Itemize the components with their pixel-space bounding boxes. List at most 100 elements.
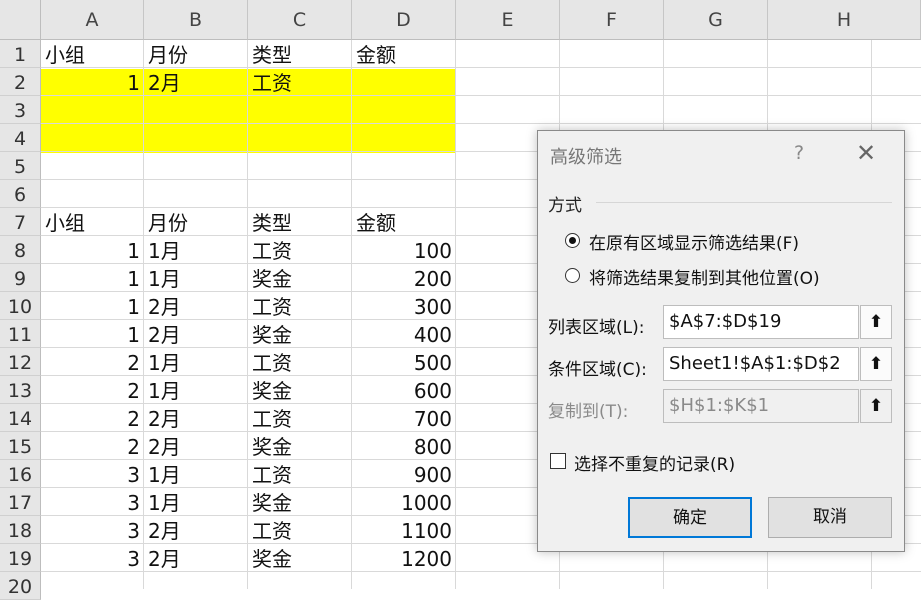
cell-amount[interactable]: 1000 [352, 488, 456, 516]
row-header-19[interactable]: 19 [0, 544, 41, 572]
column-header-e[interactable]: E [456, 0, 560, 40]
column-header-c[interactable]: C [248, 0, 352, 40]
cell-group[interactable]: 2 [41, 348, 144, 376]
row-header-10[interactable]: 10 [0, 292, 41, 320]
cell-type[interactable]: 工资 [248, 292, 352, 320]
column-header-h[interactable]: H [768, 0, 921, 40]
criteria-range-input[interactable]: Sheet1!$A$1:$D$2 [663, 347, 859, 381]
cell-a1[interactable]: 小组 [41, 40, 144, 68]
row-header-1[interactable]: 1 [0, 40, 41, 68]
cell-type[interactable]: 工资 [248, 348, 352, 376]
cell-month[interactable]: 2月 [144, 432, 248, 460]
cell-c2[interactable]: 工资 [248, 68, 352, 96]
row-header-3[interactable]: 3 [0, 96, 41, 124]
cell-b1[interactable]: 月份 [144, 40, 248, 68]
radio-filter-in-place-label[interactable]: 在原有区域显示筛选结果(F) [589, 229, 799, 254]
cell-c1[interactable]: 类型 [248, 40, 352, 68]
cell-type[interactable]: 工资 [248, 236, 352, 264]
cell-amount[interactable]: 200 [352, 264, 456, 292]
cell-month[interactable]: 2月 [144, 404, 248, 432]
cell-amount[interactable]: 400 [352, 320, 456, 348]
help-icon[interactable]: ? [794, 142, 804, 164]
cancel-button[interactable]: 取消 [768, 497, 892, 538]
row-header-2[interactable]: 2 [0, 68, 41, 96]
close-icon[interactable]: ✕ [856, 139, 876, 167]
cell-type[interactable]: 奖金 [248, 488, 352, 516]
row-header-16[interactable]: 16 [0, 460, 41, 488]
column-header-b[interactable]: B [144, 0, 248, 40]
cell-group[interactable]: 2 [41, 432, 144, 460]
cell-group[interactable]: 1 [41, 320, 144, 348]
cell-group[interactable]: 3 [41, 488, 144, 516]
cell-type[interactable]: 奖金 [248, 432, 352, 460]
cell-amount[interactable]: 700 [352, 404, 456, 432]
cell-month[interactable]: 1月 [144, 376, 248, 404]
cell-amount[interactable]: 900 [352, 460, 456, 488]
row-header-12[interactable]: 12 [0, 348, 41, 376]
row-header-15[interactable]: 15 [0, 432, 41, 460]
cell-amount[interactable]: 1200 [352, 544, 456, 572]
radio-copy-to-location[interactable] [565, 268, 580, 283]
cell-type[interactable]: 奖金 [248, 264, 352, 292]
cell-group[interactable]: 1 [41, 236, 144, 264]
cell-d1[interactable]: 金额 [352, 40, 456, 68]
row-header-20[interactable]: 20 [0, 572, 41, 600]
cell-month[interactable]: 2月 [144, 544, 248, 572]
cell-amount[interactable]: 500 [352, 348, 456, 376]
range-picker-icon[interactable]: ⬆ [860, 389, 892, 423]
unique-records-checkbox[interactable] [550, 453, 566, 469]
radio-copy-to-location-label[interactable]: 将筛选结果复制到其他位置(O) [589, 264, 820, 289]
cell-d7[interactable]: 金额 [352, 208, 456, 236]
cell-group[interactable]: 1 [41, 264, 144, 292]
cell-a2[interactable]: 1 [41, 68, 144, 96]
row-header-7[interactable]: 7 [0, 208, 41, 236]
cell-group[interactable]: 3 [41, 516, 144, 544]
cell-group[interactable]: 2 [41, 376, 144, 404]
cell-b7[interactable]: 月份 [144, 208, 248, 236]
copy-to-input[interactable]: $H$1:$K$1 [663, 389, 859, 423]
ok-button[interactable]: 确定 [628, 497, 752, 538]
row-header-9[interactable]: 9 [0, 264, 41, 292]
cell-a7[interactable]: 小组 [41, 208, 144, 236]
column-header-d[interactable]: D [352, 0, 456, 40]
cell-c7[interactable]: 类型 [248, 208, 352, 236]
column-header-g[interactable]: G [664, 0, 768, 40]
row-header-4[interactable]: 4 [0, 124, 41, 152]
row-header-11[interactable]: 11 [0, 320, 41, 348]
cell-month[interactable]: 2月 [144, 320, 248, 348]
row-header-18[interactable]: 18 [0, 516, 41, 544]
radio-filter-in-place[interactable] [565, 233, 580, 248]
column-header-f[interactable]: F [560, 0, 664, 40]
cell-month[interactable]: 1月 [144, 488, 248, 516]
cell-type[interactable]: 工资 [248, 516, 352, 544]
cell-group[interactable]: 1 [41, 292, 144, 320]
range-picker-icon[interactable]: ⬆ [860, 305, 892, 339]
column-header-a[interactable]: A [41, 0, 144, 40]
row-header-8[interactable]: 8 [0, 236, 41, 264]
cell-month[interactable]: 1月 [144, 348, 248, 376]
list-range-input[interactable]: $A$7:$D$19 [663, 305, 859, 339]
cell-amount[interactable]: 600 [352, 376, 456, 404]
cell-type[interactable]: 奖金 [248, 320, 352, 348]
cell-month[interactable]: 1月 [144, 236, 248, 264]
cell-amount[interactable]: 100 [352, 236, 456, 264]
row-header-5[interactable]: 5 [0, 152, 41, 180]
cell-type[interactable]: 奖金 [248, 376, 352, 404]
cell-month[interactable]: 2月 [144, 292, 248, 320]
cell-amount[interactable]: 800 [352, 432, 456, 460]
cell-b2[interactable]: 2月 [144, 68, 248, 96]
cell-month[interactable]: 2月 [144, 516, 248, 544]
row-header-17[interactable]: 17 [0, 488, 41, 516]
cell-type[interactable]: 工资 [248, 460, 352, 488]
cell-month[interactable]: 1月 [144, 264, 248, 292]
row-header-14[interactable]: 14 [0, 404, 41, 432]
cell-group[interactable]: 3 [41, 544, 144, 572]
cell-month[interactable]: 1月 [144, 460, 248, 488]
row-header-13[interactable]: 13 [0, 376, 41, 404]
unique-records-label[interactable]: 选择不重复的记录(R) [574, 450, 735, 475]
cell-amount[interactable]: 1100 [352, 516, 456, 544]
cell-type[interactable]: 奖金 [248, 544, 352, 572]
cell-group[interactable]: 2 [41, 404, 144, 432]
select-all-corner[interactable] [0, 0, 41, 40]
range-picker-icon[interactable]: ⬆ [860, 347, 892, 381]
